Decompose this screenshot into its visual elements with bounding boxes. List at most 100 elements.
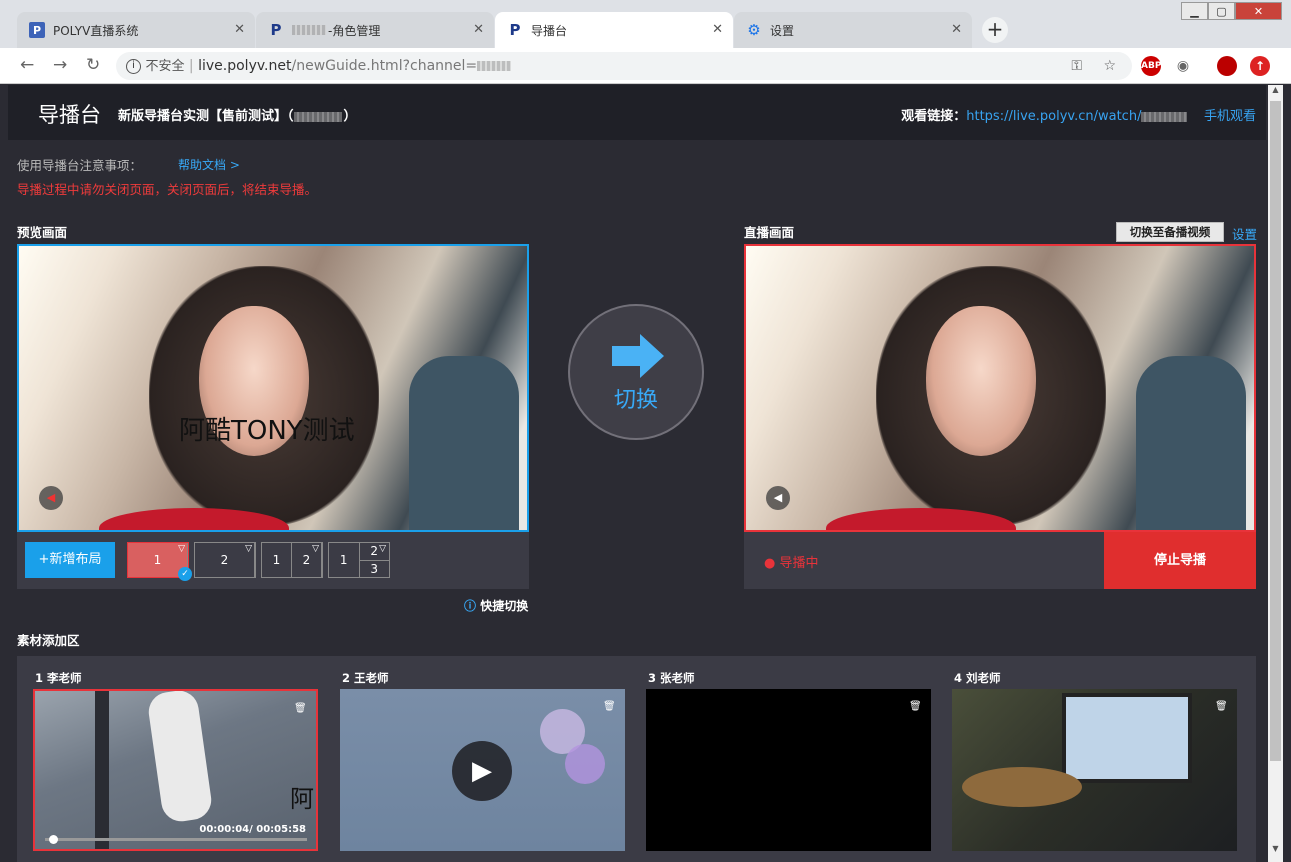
notice-label: 使用导播台注意事项： — [17, 158, 143, 173]
playback-time: 00:00:04/ 00:05:58 — [199, 824, 306, 835]
back-icon[interactable]: ← — [20, 55, 34, 75]
warning-text: 导播过程中请勿关闭页面，关闭页面后，将结束导播。 — [17, 182, 318, 197]
mobile-watch-link[interactable]: 手机观看 — [1204, 109, 1256, 124]
upload-icon[interactable]: ↑ — [1250, 56, 1270, 76]
avatar[interactable] — [1217, 56, 1237, 76]
layout-option-4[interactable]: 1 2 3 ▽ — [328, 542, 390, 578]
layout-option-3[interactable]: 1 2 ▽ — [261, 542, 323, 578]
page-title: 导播台 — [38, 103, 101, 127]
close-tab-icon[interactable]: ✕ — [712, 22, 723, 37]
redacted-text — [292, 25, 326, 35]
close-tab-icon[interactable]: ✕ — [951, 22, 962, 37]
mute-icon[interactable]: ◀ — [39, 486, 63, 510]
chevron-down-icon[interactable]: ▽ — [312, 544, 319, 554]
scrollbar-thumb[interactable] — [1270, 101, 1281, 761]
info-icon: ⓘ — [464, 599, 477, 613]
scroll-down-arrow[interactable]: ▼ — [1268, 844, 1283, 858]
star-icon[interactable]: ☆ — [1103, 52, 1116, 80]
close-tab-icon[interactable]: ✕ — [234, 22, 245, 37]
overlay-text: 阿酷TONY测试 — [179, 416, 355, 446]
layout-cell: 1 — [262, 543, 292, 577]
tab-settings[interactable]: ⚙ 设置 ✕ — [734, 12, 972, 48]
switch-button[interactable]: 切换 — [568, 304, 704, 440]
info-icon[interactable]: i — [126, 58, 141, 74]
scroll-up-arrow[interactable]: ▲ — [1268, 85, 1283, 99]
material-video[interactable]: 阿 00:00:04/ 00:05:58 🗑 — [33, 689, 318, 851]
layout-option-2[interactable]: 2 ▽ — [194, 542, 256, 578]
director-console: 导播台 新版导播台实测【售前测试】（） 观看链接：https://live.po… — [8, 85, 1266, 862]
material-title: 3 张老师 — [648, 671, 695, 685]
material-video[interactable]: 🗑 — [952, 689, 1237, 851]
video-frame — [409, 356, 519, 530]
channel-subtitle: 新版导播台实测【售前测试】（） — [118, 109, 357, 124]
layout-cell: 3 — [370, 561, 379, 576]
key-icon[interactable]: ⚿ — [1071, 52, 1082, 80]
quick-switch-link[interactable]: ⓘ 快捷切换 — [464, 597, 528, 614]
check-icon: ✓ — [178, 567, 192, 581]
delete-icon[interactable]: 🗑 — [294, 703, 307, 715]
redacted-text — [477, 61, 512, 71]
camera-icon[interactable]: ◉ — [1173, 56, 1193, 76]
preview-video[interactable]: 阿酷TONY测试 ◀ — [17, 244, 529, 532]
play-button[interactable]: ▶ — [452, 741, 512, 801]
chevron-down-icon[interactable]: ▽ — [178, 544, 185, 554]
tab-label: -角色管理 — [328, 23, 381, 38]
insecure-label: 不安全 — [145, 59, 185, 74]
video-frame — [926, 306, 1036, 456]
switch-to-backup-button[interactable]: 切换至备播视频 — [1116, 222, 1224, 242]
watch-label: 观看链接： — [901, 109, 967, 124]
progress-handle[interactable] — [49, 835, 58, 844]
tab-label: 导播台 — [531, 23, 568, 38]
maximize-button[interactable]: ▢ — [1208, 2, 1235, 20]
watch-link-area: 观看链接：https://live.polyv.cn/watch/ 手机观看 — [901, 105, 1256, 124]
redacted-text — [1141, 111, 1188, 122]
material-title: 4 刘老师 — [954, 671, 1001, 685]
chevron-down-icon[interactable]: ▽ — [245, 544, 252, 554]
stop-directing-button[interactable]: 停止导播 — [1104, 532, 1256, 589]
forward-icon[interactable]: → — [53, 55, 67, 75]
material-video[interactable]: ▶ 🗑 — [340, 689, 625, 851]
tab-director[interactable]: P 导播台 ✕ — [495, 12, 733, 48]
help-doc-link[interactable]: 帮助文档 > — [178, 156, 240, 173]
material-video[interactable]: 🗑 — [646, 689, 931, 851]
material-panel: 1 李老师 阿 00:00:04/ 00:05:58 🗑 2 王老师 ▶ 🗑 3… — [17, 656, 1256, 862]
materials-label: 素材添加区 — [17, 633, 80, 648]
progress-bar[interactable] — [45, 835, 307, 844]
tab-polyv[interactable]: P POLYV直播系统 ✕ — [17, 12, 255, 48]
video-frame — [565, 744, 605, 784]
adblock-icon[interactable]: ABP — [1141, 56, 1161, 76]
delete-icon[interactable]: 🗑 — [909, 701, 922, 713]
delete-icon[interactable]: 🗑 — [1215, 701, 1228, 713]
quick-switch-label: 快捷切换 — [480, 599, 529, 613]
video-frame — [146, 691, 214, 824]
live-video[interactable]: ◀ — [744, 244, 1256, 532]
delete-icon[interactable]: 🗑 — [603, 701, 616, 713]
layout-cell: 1 — [329, 543, 360, 577]
layout-option-1[interactable]: 1 ▽ ✓ — [127, 542, 192, 581]
redacted-text — [293, 111, 342, 122]
switch-label: 切换 — [613, 388, 658, 413]
live-settings-link[interactable]: 设置 — [1232, 224, 1257, 243]
polyv-favicon-icon: P — [270, 21, 282, 39]
tab-role-management[interactable]: P -角色管理 ✕ — [256, 12, 494, 48]
chevron-down-icon[interactable]: ▽ — [379, 544, 386, 554]
tab-label: POLYV直播系统 — [53, 23, 139, 38]
material-title: 1 李老师 — [35, 671, 82, 685]
scrollbar[interactable]: ▲ ▼ — [1268, 85, 1283, 862]
close-tab-icon[interactable]: ✕ — [473, 22, 484, 37]
window-close-button[interactable]: ✕ — [1235, 2, 1282, 20]
minimize-button[interactable]: ▁ — [1181, 2, 1208, 20]
volume-icon[interactable]: ◀ — [766, 486, 790, 510]
url-bar[interactable]: i 不安全 | live.polyv.net/newGuide.html?cha… — [116, 52, 1132, 80]
overlay-text: 阿 — [290, 785, 314, 813]
watch-url-link[interactable]: https://live.polyv.cn/watch/ — [966, 109, 1141, 124]
video-frame — [1136, 356, 1246, 530]
polyv-favicon-icon: P — [29, 22, 45, 38]
live-status: ● 导播中 — [764, 556, 819, 571]
reload-icon[interactable]: ↻ — [86, 55, 100, 75]
new-tab-button[interactable]: + — [982, 17, 1008, 43]
tab-label: 设置 — [770, 23, 795, 38]
address-toolbar: ← → ↻ i 不安全 | live.polyv.net/newGuide.ht… — [0, 48, 1291, 84]
add-layout-button[interactable]: +新增布局 — [25, 542, 115, 578]
arrow-right-icon — [612, 334, 664, 378]
